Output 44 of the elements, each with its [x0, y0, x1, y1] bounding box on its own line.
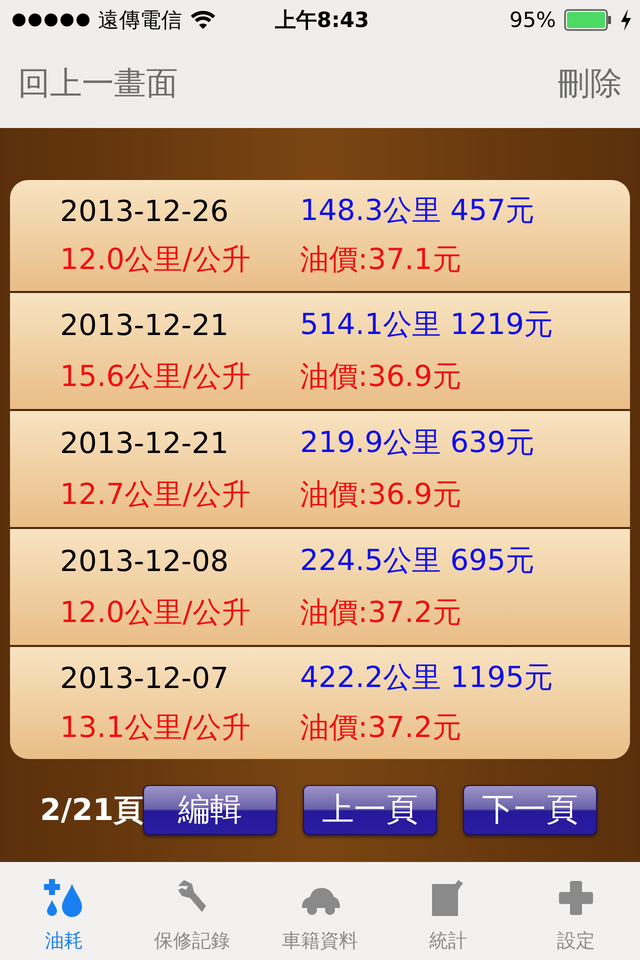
distance-cost: 422.2公里 1195元: [300, 659, 554, 696]
wifi-icon: [190, 10, 216, 30]
plus-icon: [556, 878, 596, 918]
status-time: 上午8:43: [274, 7, 370, 34]
tab-item[interactable]: 保修記錄: [128, 862, 256, 960]
page-indicator: 2/21頁: [40, 792, 143, 830]
fuel-efficiency: 12.0公里/公升: [60, 594, 252, 631]
pager-button[interactable]: 下一頁: [463, 785, 597, 835]
distance-cost: 224.5公里 695元: [300, 542, 536, 579]
record-date: 2013-12-08: [60, 544, 230, 578]
charging-bolt-icon: [620, 9, 632, 31]
fuel-price: 油價:36.9元: [300, 358, 462, 395]
record-date: 2013-12-21: [60, 426, 230, 460]
record-date: 2013-12-26: [60, 194, 230, 228]
pager-button[interactable]: 編輯: [143, 785, 277, 835]
fuel-price: 油價:36.9元: [300, 476, 462, 513]
distance-cost: 219.9公里 639元: [300, 424, 536, 461]
record-row[interactable]: 2013-12-07 422.2公里 1195元 13.1公里/公升 油價:37.2元: [10, 647, 630, 759]
fuel-price: 油價:37.1元: [300, 241, 462, 278]
fuel-price: 油價:37.2元: [300, 594, 462, 631]
tab-item[interactable]: 車籍資料: [256, 862, 384, 960]
signal-icon: [12, 13, 90, 27]
record-row[interactable]: 2013-12-21 219.9公里 639元 12.7公里/公升 油價:36.9元: [10, 411, 630, 529]
tab-item[interactable]: 油耗: [0, 862, 128, 960]
pager-button[interactable]: 上一頁: [303, 785, 437, 835]
fuel-efficiency: 12.7公里/公升: [60, 476, 252, 513]
record-row[interactable]: 2013-12-26 148.3公里 457元 12.0公里/公升 油價:37.1元: [10, 180, 630, 293]
battery-percent: 95%: [509, 8, 556, 32]
tab-item[interactable]: 統計: [384, 862, 512, 960]
distance-cost: 148.3公里 457元: [300, 192, 536, 229]
distance-cost: 514.1公里 1219元: [300, 306, 554, 343]
tab-item[interactable]: 設定: [512, 862, 640, 960]
fuel-efficiency: 15.6公里/公升: [60, 358, 252, 395]
fuel-efficiency: 12.0公里/公升: [60, 241, 252, 278]
record-row[interactable]: 2013-12-21 514.1公里 1219元 15.6公里/公升 油價:36.9元: [10, 293, 630, 411]
fuel-price: 油價:37.2元: [300, 709, 462, 746]
record-date: 2013-12-21: [60, 308, 230, 342]
delete-button[interactable]: 刪除: [558, 62, 622, 106]
record-date: 2013-12-07: [60, 661, 230, 695]
fuel-efficiency: 13.1公里/公升: [60, 709, 252, 746]
battery-icon: [564, 9, 612, 31]
record-row[interactable]: 2013-12-08 224.5公里 695元 12.0公里/公升 油價:37.2元: [10, 529, 630, 647]
back-button[interactable]: 回上一畫面: [18, 62, 178, 106]
carrier-name: 遠傳電信: [98, 7, 182, 34]
